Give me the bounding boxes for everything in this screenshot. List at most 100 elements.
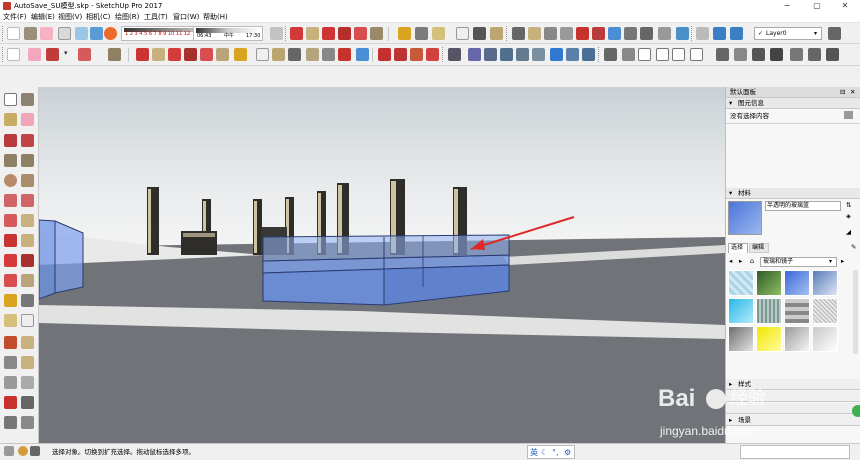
house-back-icon[interactable]: [716, 48, 729, 61]
close-button[interactable]: ✕: [830, 0, 860, 12]
home-icon[interactable]: [656, 48, 669, 61]
date-slider-icon[interactable]: [270, 27, 283, 40]
dropdown-arrow-icon[interactable]: ▾: [64, 49, 72, 62]
input-method-bar[interactable]: 英 ☾ °, ⚙: [527, 445, 575, 459]
palette-pie-icon[interactable]: [21, 214, 34, 227]
measurements-box[interactable]: [740, 445, 850, 459]
palette-orbit-icon[interactable]: [4, 356, 17, 369]
position-camera-icon[interactable]: [608, 27, 621, 40]
palette-select-icon[interactable]: [4, 93, 17, 106]
shaded-texture-icon[interactable]: [622, 48, 635, 61]
palette-line-icon[interactable]: [4, 134, 17, 147]
zoom-extents-icon[interactable]: [576, 27, 589, 40]
entity-info-header[interactable]: ▾ 图元信息: [726, 98, 860, 109]
view-back-icon[interactable]: [516, 48, 529, 61]
tray-close-icon[interactable]: ✕: [850, 87, 855, 97]
view-left-icon[interactable]: [532, 48, 545, 61]
move-icon[interactable]: [290, 27, 303, 40]
eraser-tool-icon[interactable]: [28, 48, 41, 61]
forward-arrow-icon[interactable]: ▸: [739, 256, 742, 266]
entity-toggle-icon[interactable]: [844, 111, 853, 119]
rotate-tool-icon[interactable]: [168, 48, 181, 61]
house-right-icon[interactable]: [734, 48, 747, 61]
palette-paint-icon[interactable]: [4, 113, 17, 126]
materials-header[interactable]: ▾ 材料: [726, 188, 860, 199]
palette-circle-icon[interactable]: [4, 174, 17, 187]
details-arrow-icon[interactable]: ▸: [841, 256, 844, 266]
palette-rotate-icon[interactable]: [4, 254, 17, 267]
section-fill-icon[interactable]: [676, 27, 689, 40]
style-2-icon[interactable]: [808, 48, 821, 61]
warehouse-tool-icon[interactable]: [356, 48, 369, 61]
text-tool-icon[interactable]: [256, 48, 269, 61]
scale-tool-icon[interactable]: [200, 48, 213, 61]
menu-tools[interactable]: 工具(T): [144, 12, 168, 23]
material-swatch[interactable]: [812, 298, 838, 324]
material-swatch[interactable]: [756, 270, 782, 296]
palette-scale-icon[interactable]: [4, 274, 17, 287]
show-section-planes-icon[interactable]: [696, 27, 709, 40]
home-materials-icon[interactable]: ⌂: [750, 256, 754, 266]
monochrome-icon[interactable]: [638, 48, 651, 61]
dimension-icon[interactable]: [415, 27, 428, 40]
select-arrow-icon[interactable]: [7, 27, 20, 40]
rectangle-tool-icon[interactable]: [108, 48, 121, 61]
menu-help[interactable]: 帮助(H): [203, 12, 228, 23]
tape-measure-icon[interactable]: [398, 27, 411, 40]
menu-edit[interactable]: 编辑(E): [31, 12, 55, 23]
material-swatch[interactable]: [728, 326, 754, 352]
palette-rectangle-icon[interactable]: [4, 154, 17, 167]
offset-icon[interactable]: [370, 27, 383, 40]
palette-rotated-rect-icon[interactable]: [21, 154, 34, 167]
style-1-icon[interactable]: [790, 48, 803, 61]
palette-section-icon[interactable]: [21, 416, 34, 429]
palette-freehand-icon[interactable]: [21, 134, 34, 147]
palette-offset-icon[interactable]: [21, 274, 34, 287]
solid-tools-icon[interactable]: [426, 48, 439, 61]
view-iso-icon[interactable]: [448, 48, 461, 61]
material-swatch[interactable]: [728, 270, 754, 296]
house-outline-icon[interactable]: [672, 48, 685, 61]
share-icon[interactable]: [90, 27, 103, 40]
arc-tool-icon[interactable]: [78, 48, 91, 61]
layer-manager-icon[interactable]: [730, 27, 743, 40]
material-name-field[interactable]: 半透明的玻璃蓝: [765, 201, 841, 211]
material-swatch[interactable]: [812, 270, 838, 296]
palette-make-component-icon[interactable]: [21, 93, 34, 106]
geo-location-icon[interactable]: [4, 446, 14, 456]
paint-bucket-icon[interactable]: [40, 27, 53, 40]
palette-2pt-arc-icon[interactable]: [21, 194, 34, 207]
minimize-button[interactable]: −: [772, 0, 802, 12]
credits-icon[interactable]: [18, 446, 28, 456]
palette-move-icon[interactable]: [4, 234, 17, 247]
palette-zoom-icon[interactable]: [4, 376, 17, 389]
style-3-icon[interactable]: [826, 48, 839, 61]
palette-3pt-arc-icon[interactable]: [4, 214, 17, 227]
text-icon[interactable]: [456, 27, 469, 40]
extension-warehouse-icon[interactable]: [104, 27, 117, 40]
material-swatch[interactable]: [812, 326, 838, 352]
zoom-window-icon[interactable]: [560, 27, 573, 40]
palette-walk-icon[interactable]: [4, 416, 17, 429]
library-dropdown[interactable]: 玻璃和镜子 ▾: [760, 257, 837, 267]
house-left-icon[interactable]: [752, 48, 765, 61]
line-tool-icon[interactable]: [46, 48, 59, 61]
palette-followme-icon[interactable]: [21, 254, 34, 267]
palette-eraser-icon[interactable]: [21, 113, 34, 126]
look-around-icon[interactable]: [640, 27, 653, 40]
eyedropper-icon[interactable]: ✎: [851, 242, 856, 252]
house-dark-icon[interactable]: [770, 48, 783, 61]
walk-icon[interactable]: [624, 27, 637, 40]
view-front-icon[interactable]: [484, 48, 497, 61]
palette-look-icon[interactable]: [21, 396, 34, 409]
cloud-upload-icon[interactable]: [75, 27, 88, 40]
wireframe-icon[interactable]: [566, 48, 579, 61]
swatch-scrollbar[interactable]: [853, 270, 858, 354]
back-arrow-icon[interactable]: ◂: [729, 256, 732, 266]
create-material-icon[interactable]: ◈: [846, 211, 851, 221]
material-swatch[interactable]: [784, 326, 810, 352]
3d-viewport[interactable]: [39, 87, 725, 443]
components-icon[interactable]: [378, 48, 391, 61]
3d-text-icon[interactable]: [490, 27, 503, 40]
material-sample-icon[interactable]: ◢: [846, 227, 851, 237]
